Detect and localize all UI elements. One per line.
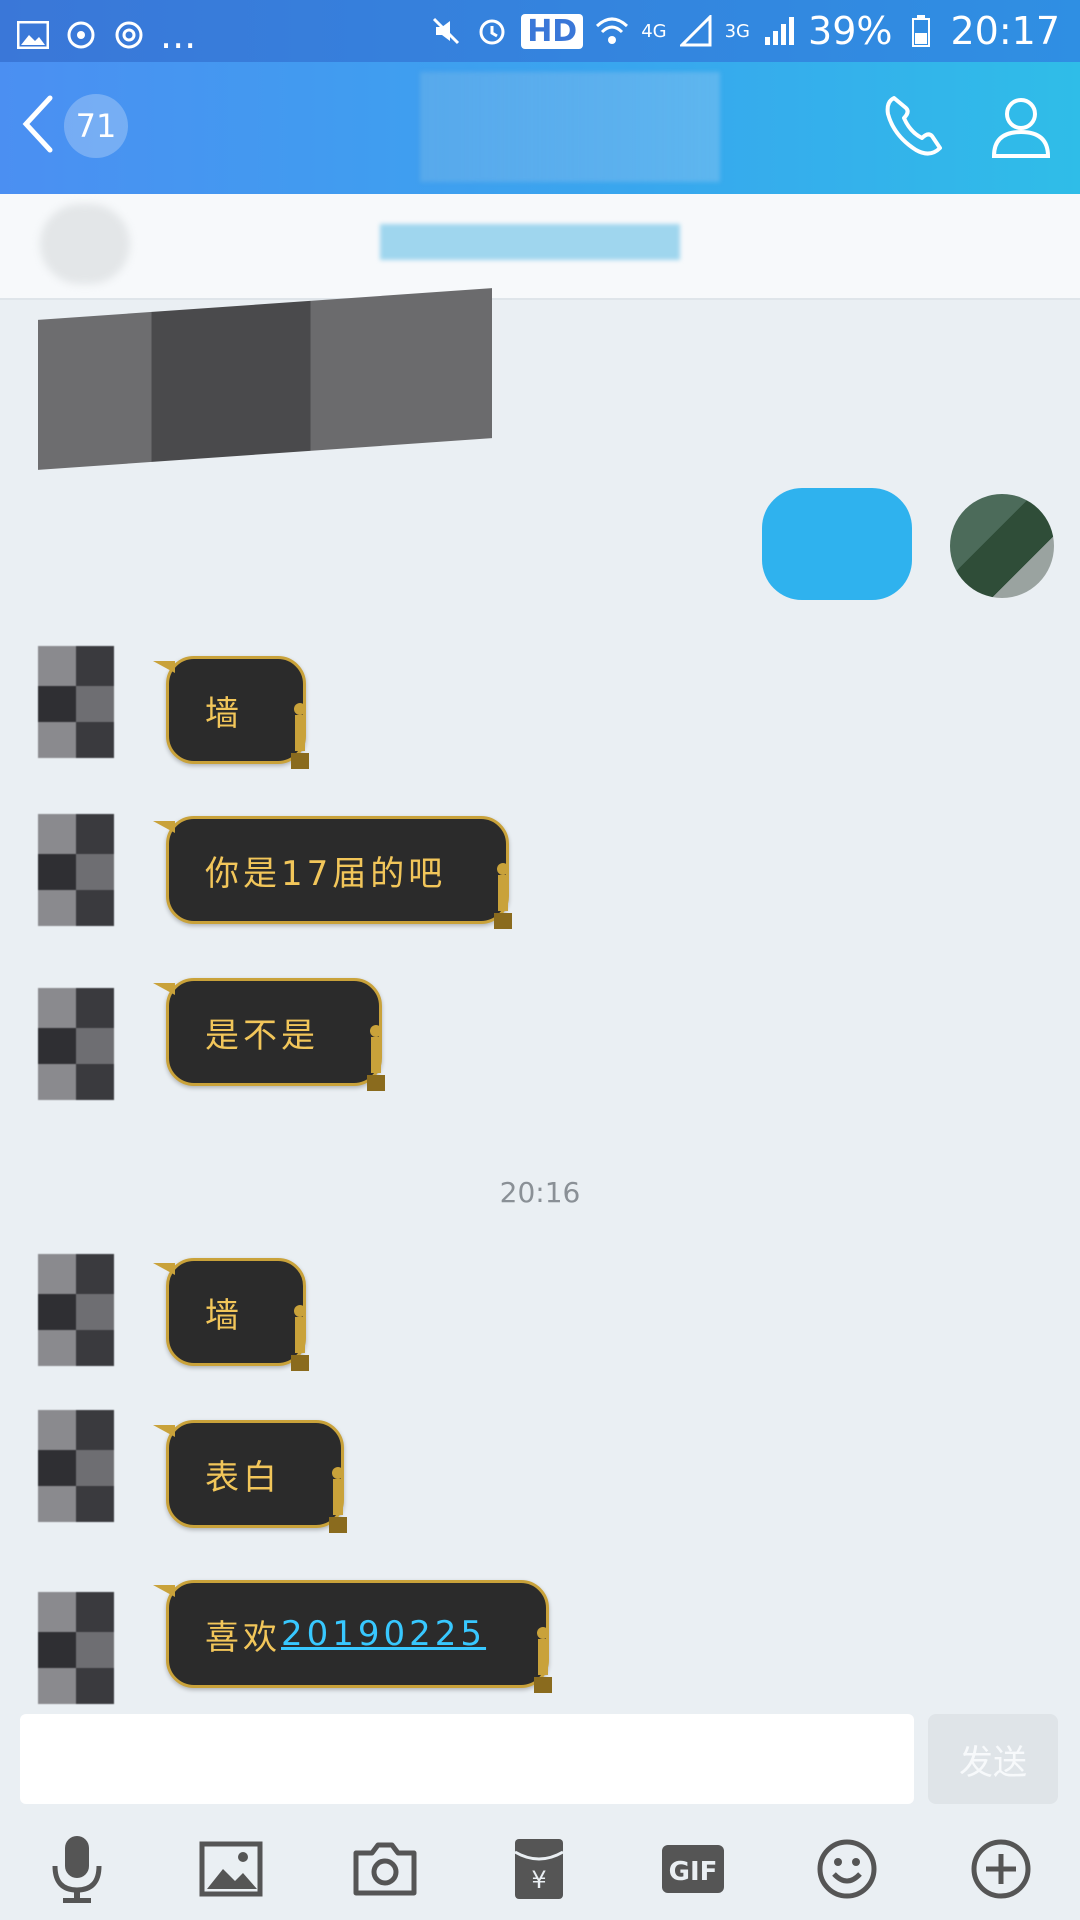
signal-3g-icon: [762, 14, 796, 48]
unread-count-badge: 71: [64, 94, 128, 158]
signal-4g-icon: [679, 14, 713, 48]
phone-icon: [885, 96, 942, 156]
emoji-icon: [817, 1839, 877, 1899]
message-bubble[interactable]: 喜欢 20190225: [152, 1580, 553, 1693]
message-timestamp: 20:16: [499, 1176, 581, 1209]
clock: 20:17: [950, 9, 1060, 53]
gallery-icon: [16, 18, 50, 52]
sync-icon: [64, 18, 98, 52]
input-toolbar: ¥ GIF: [0, 1820, 1080, 1920]
gif-button[interactable]: GIF: [658, 1834, 728, 1904]
red-packet-button[interactable]: ¥: [504, 1834, 574, 1904]
chat-header: 71: [0, 62, 1080, 194]
trophy-statue-icon: [291, 1305, 309, 1371]
status-bar: ... HD 4G 3G 39% 20:17: [0, 0, 1080, 62]
message-text: 你是17届的吧: [205, 853, 447, 894]
redacted-message: [38, 288, 492, 470]
trophy-statue-icon: [367, 1025, 385, 1091]
message-text: 表白: [205, 1457, 281, 1498]
outgoing-message-redacted[interactable]: [762, 488, 912, 600]
sender-avatar[interactable]: [38, 1592, 114, 1704]
camera-button[interactable]: [350, 1834, 420, 1904]
message-link[interactable]: 20190225: [281, 1614, 486, 1654]
message-input[interactable]: [20, 1714, 914, 1804]
message-text: 墙: [205, 693, 243, 734]
chevron-left-icon: [18, 94, 58, 158]
wifi-icon: [595, 14, 629, 48]
plus-icon: [971, 1839, 1031, 1899]
emoji-button[interactable]: [812, 1834, 882, 1904]
camera-icon: [353, 1842, 417, 1896]
user-icon: [991, 98, 1051, 158]
chat-title-redacted: [420, 72, 720, 182]
profile-button[interactable]: [986, 92, 1056, 162]
sender-avatar[interactable]: [38, 1410, 114, 1522]
message-text: 是不是: [205, 1015, 319, 1056]
trophy-statue-icon: [534, 1627, 553, 1693]
network-4g: 4G: [641, 20, 667, 42]
image-button[interactable]: [196, 1834, 266, 1904]
sender-avatar[interactable]: [38, 1254, 114, 1366]
message-bubble[interactable]: 墙: [153, 1258, 309, 1371]
microphone-icon: [52, 1836, 102, 1903]
red-packet-icon: ¥: [514, 1839, 564, 1899]
trophy-statue-icon: [291, 703, 309, 769]
message-bubble[interactable]: 墙: [153, 656, 309, 769]
network-3g: 3G: [724, 20, 751, 42]
battery-icon: [904, 14, 938, 48]
call-button[interactable]: [880, 92, 950, 162]
hd-badge: HD: [521, 13, 584, 49]
target-icon: [112, 18, 146, 52]
my-avatar[interactable]: [950, 494, 1054, 598]
alarm-icon: [475, 14, 509, 48]
battery-percent: 39%: [808, 9, 893, 53]
composer: 发送: [0, 1700, 1080, 1810]
message-text: 喜欢: [205, 1617, 281, 1658]
sender-avatar[interactable]: [38, 814, 114, 926]
message-text: 墙: [205, 1295, 243, 1336]
gif-icon: GIF: [662, 1845, 724, 1893]
gif-label: GIF: [669, 1857, 718, 1887]
notice-avatar: [40, 204, 130, 284]
voice-button[interactable]: [42, 1834, 112, 1904]
send-button[interactable]: 发送: [928, 1714, 1058, 1804]
trophy-statue-icon: [494, 863, 513, 929]
image-icon: [199, 1841, 263, 1897]
sender-avatar[interactable]: [38, 988, 114, 1100]
back-button[interactable]: 71: [18, 86, 138, 166]
pinned-notice[interactable]: [0, 194, 1080, 300]
notice-text-redacted: [380, 224, 680, 260]
more-notifications: ...: [160, 13, 197, 57]
message-bubble[interactable]: 你是17届的吧: [152, 816, 513, 929]
more-button[interactable]: [966, 1834, 1036, 1904]
trophy-statue-icon: [329, 1467, 347, 1533]
message-bubble[interactable]: 是不是: [153, 978, 385, 1091]
sender-avatar[interactable]: [38, 646, 114, 758]
message-bubble[interactable]: 表白: [153, 1420, 347, 1533]
svg-text:¥: ¥: [531, 1866, 546, 1894]
mute-icon: [429, 14, 463, 48]
